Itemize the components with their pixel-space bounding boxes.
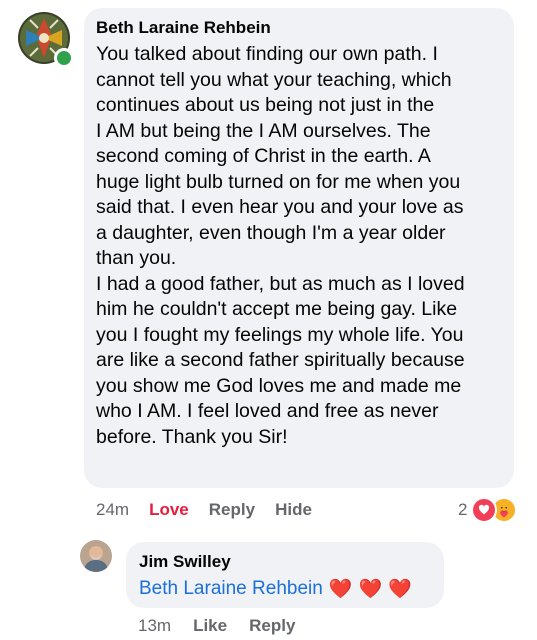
reply-author[interactable]: Jim Swilley (139, 552, 231, 572)
love-icon (471, 497, 498, 523)
reply-timestamp[interactable]: 13m (138, 616, 171, 636)
reaction-count: 2 (458, 500, 468, 519)
reply-actions: 13m Like Reply (138, 616, 317, 636)
love-reaction-button[interactable]: Love (149, 500, 189, 520)
comment-body: You talked about finding our own path. I… (96, 42, 508, 450)
reply-avatar-image (80, 540, 112, 572)
reaction-summary[interactable]: 2 (458, 497, 518, 523)
online-status-indicator (54, 48, 74, 68)
heart-emoji: ❤️ (358, 579, 383, 600)
hide-button[interactable]: Hide (275, 500, 312, 520)
comment-actions: 24m Love Reply Hide (96, 500, 332, 520)
comment-paragraph: You talked about finding our own path. I… (96, 43, 464, 269)
reply-button[interactable]: Reply (209, 500, 255, 520)
comment-paragraph: I had a good father, but as much as I lo… (96, 272, 465, 448)
comment-author[interactable]: Beth Laraine Rehbein (96, 18, 271, 38)
reply-button[interactable]: Reply (249, 616, 295, 636)
heart-emoji: ❤️ (328, 579, 353, 600)
like-button[interactable]: Like (193, 616, 227, 636)
heart-emoji: ❤️ (388, 579, 412, 600)
reply-avatar[interactable] (80, 540, 112, 572)
comment-timestamp[interactable]: 24m (96, 500, 129, 520)
mention-link[interactable]: Beth Laraine Rehbein (139, 578, 323, 600)
reply-body: Beth Laraine Rehbein ❤️ ❤️ ❤️ (139, 577, 412, 601)
